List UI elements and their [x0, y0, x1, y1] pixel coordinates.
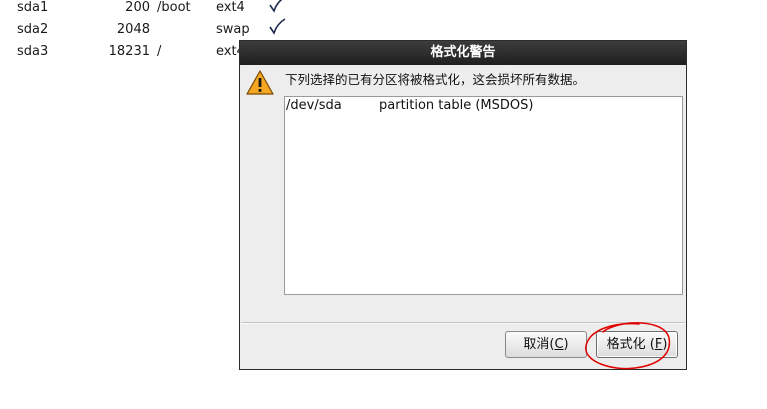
warning-message: 下列选择的已有分区将被格式化，这会损坏所有数据。	[285, 72, 586, 87]
screen: sda1 200 /boot ext4 sda2 2048 swap sda3 …	[0, 0, 767, 409]
cancel-accelerator: C	[554, 337, 564, 352]
partition-mount: /boot	[157, 0, 191, 15]
format-button[interactable]: 格式化 (F)	[596, 331, 678, 358]
cancel-button[interactable]: 取消(C)	[505, 331, 587, 358]
partition-size: 18231	[108, 44, 150, 59]
partition-mount: /	[157, 44, 162, 59]
partition-list[interactable]: /dev/sda partition table (MSDOS)	[284, 96, 683, 295]
cancel-label-end: )	[563, 337, 569, 352]
list-item[interactable]: /dev/sda partition table (MSDOS)	[285, 98, 682, 116]
list-item-description: partition table (MSDOS)	[379, 98, 534, 113]
dialog-title: 格式化警告	[240, 41, 686, 65]
cancel-label: 取消(	[523, 337, 555, 352]
checkmark-icon[interactable]	[268, 18, 286, 40]
warning-icon	[245, 69, 275, 97]
partition-size: 2048	[116, 22, 150, 37]
partition-row[interactable]: sda1 200 /boot ext4	[0, 0, 300, 20]
partition-fs: ext4	[216, 0, 245, 15]
format-warning-dialog: 格式化警告 下列选择的已有分区将被格式化，这会损坏所有数据。 /dev/sda …	[239, 40, 687, 370]
partition-row[interactable]: sda2 2048 swap	[0, 18, 300, 42]
partition-device: sda3	[17, 44, 49, 59]
partition-size: 200	[125, 0, 150, 15]
format-label-end: )	[662, 337, 668, 352]
checkmark-icon[interactable]	[268, 0, 286, 18]
partition-fs: swap	[216, 22, 250, 37]
list-item-device: /dev/sda	[286, 98, 342, 113]
button-separator	[241, 322, 685, 324]
format-label: 格式化 (	[606, 337, 655, 352]
partition-device: sda2	[17, 22, 49, 37]
partition-device: sda1	[17, 0, 49, 15]
